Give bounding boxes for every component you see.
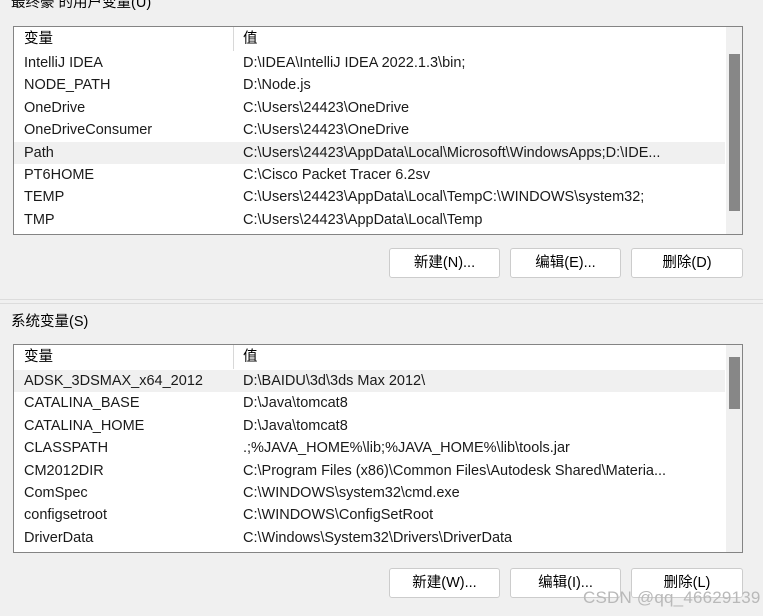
table-row[interactable]: TEMP C:\Users\24423\AppData\Local\TempC:\… [14, 186, 726, 208]
variable-value-cell: D:\Java\tomcat8 [243, 395, 348, 412]
table-row[interactable]: OneDriveConsumer C:\Users\24423\OneDrive [14, 119, 726, 141]
system-variables-scroll-thumb[interactable] [729, 357, 740, 410]
variable-name-cell: OneDrive [24, 99, 86, 116]
table-row[interactable]: CM2012DIR C:\Program Files (x86)\Common F… [14, 460, 726, 482]
variable-name-cell: TMP [24, 211, 55, 228]
variable-value-cell: D:\Node.js [243, 77, 311, 94]
variable-value-cell: .;%JAVA_HOME%\lib;%JAVA_HOME%\lib\tools.… [243, 440, 570, 457]
table-row[interactable]: TMP C:\Users\24423\AppData\Local\Temp [14, 209, 726, 231]
table-row[interactable]: Path C:\Users\24423\AppData\Local\Microso… [14, 141, 726, 164]
column-header-name[interactable]: 变量 [14, 345, 233, 370]
user-delete-button[interactable]: 删除(D) [631, 248, 743, 278]
user-variables-header: 变量 值 [14, 27, 726, 52]
variable-value-cell: C:\Users\24423\AppData\Local\Temp [243, 211, 483, 228]
system-variables-scrollbar[interactable] [725, 345, 742, 552]
variable-value-cell: C:\Program Files (x86)\Common Files\Auto… [243, 462, 667, 479]
variable-name-cell: CLASSPATH [24, 440, 109, 457]
variable-name-cell: CM2012DIR [24, 462, 104, 479]
table-row[interactable]: ADSK_3DSMAX_x64_2012 D:\BAIDU\3d\3ds Max … [14, 370, 726, 393]
system-variables-section-label: 系统变量(S) [11, 314, 89, 330]
system-variables-list-inner: 变量 值 ADSK_3DSMAX_x64_2012 D:\BAIDU\3d\3ds… [14, 345, 726, 552]
variable-name-cell: ADSK_3DSMAX_x64_2012 [24, 373, 203, 389]
variable-name-cell: Path [24, 144, 54, 161]
variable-value-cell: C:\WINDOWS\system32\cmd.exe [243, 484, 460, 501]
system-variables-listbox[interactable]: 变量 值 ADSK_3DSMAX_x64_2012 D:\BAIDU\3d\3ds… [13, 344, 743, 553]
variable-value-cell: D:\BAIDU\3d\3ds Max 2012\ [243, 373, 426, 389]
variable-name-cell: CATALINA_BASE [24, 395, 140, 412]
variable-value-cell: C:\Users\24423\OneDrive [243, 99, 410, 116]
variable-name-cell: NODE_PATH [24, 77, 111, 94]
section-divider-bottom [0, 303, 763, 304]
column-header-value[interactable]: 值 [233, 345, 726, 370]
table-row[interactable]: configsetroot C:\WINDOWS\ConfigSetRoot [14, 504, 726, 526]
column-header-name[interactable]: 变量 [14, 27, 233, 52]
table-row[interactable]: CLASSPATH .;%JAVA_HOME%\lib;%JAVA_HOME%\l… [14, 437, 726, 459]
system-new-button[interactable]: 新建(W)... [389, 568, 500, 598]
env-variables-dialog: 最终豪 的用户变量(U) 变量 值 IntelliJ IDEA D:\IDEA\I… [0, 0, 763, 616]
variable-value-cell: C:\WINDOWS\ConfigSetRoot [243, 507, 434, 524]
table-row[interactable]: IntelliJ IDEA D:\IDEA\IntelliJ IDEA 2022.… [14, 52, 726, 74]
variable-name-cell: PT6HOME [24, 166, 95, 183]
table-row[interactable]: NODE_PATH D:\Node.js [14, 74, 726, 96]
variable-value-cell: C:\Windows\System32\Drivers\DriverData [243, 529, 513, 546]
variable-value-cell: D:\Java\tomcat8 [243, 417, 348, 434]
variable-name-cell: ComSpec [24, 484, 88, 501]
table-row[interactable]: PT6HOME C:\Cisco Packet Tracer 6.2sv [14, 164, 726, 186]
user-variables-scroll-thumb[interactable] [729, 53, 740, 212]
table-row[interactable]: OneDrive C:\Users\24423\OneDrive [14, 97, 726, 119]
variable-value-cell: C:\Users\24423\AppData\Local\TempC:\WIND… [243, 189, 645, 206]
variable-name-cell: configsetroot [24, 507, 108, 524]
table-row[interactable]: ComSpec C:\WINDOWS\system32\cmd.exe [14, 482, 726, 504]
system-variables-rows: ADSK_3DSMAX_x64_2012 D:\BAIDU\3d\3ds Max … [14, 370, 726, 549]
user-variables-list-inner: 变量 值 IntelliJ IDEA D:\IDEA\IntelliJ IDEA … [14, 27, 726, 234]
variable-name-cell: CATALINA_HOME [24, 417, 145, 434]
table-row[interactable]: CATALINA_HOME D:\Java\tomcat8 [14, 415, 726, 437]
user-variables-section-label: 最终豪 的用户变量(U) [11, 0, 152, 10]
variable-value-cell: C:\Users\24423\AppData\Local\Microsoft\W… [243, 144, 661, 161]
user-edit-button[interactable]: 编辑(E)... [510, 248, 621, 278]
section-divider-top [0, 299, 763, 300]
system-variables-header: 变量 值 [14, 345, 726, 370]
variable-name-cell: IntelliJ IDEA [24, 55, 103, 71]
variable-name-cell: DriverData [24, 529, 94, 546]
user-variables-scrollbar[interactable] [725, 27, 742, 234]
variable-name-cell: TEMP [24, 189, 65, 206]
table-row[interactable]: CATALINA_BASE D:\Java\tomcat8 [14, 392, 726, 414]
variable-name-cell: OneDriveConsumer [24, 122, 153, 139]
csdn-watermark: CSDN @qq_46629139 [583, 588, 761, 607]
variable-value-cell: D:\IDEA\IntelliJ IDEA 2022.1.3\bin; [243, 55, 466, 71]
table-row[interactable]: DriverData C:\Windows\System32\Drivers\Dr… [14, 527, 726, 549]
user-variables-rows: IntelliJ IDEA D:\IDEA\IntelliJ IDEA 2022.… [14, 52, 726, 231]
variable-value-cell: C:\Cisco Packet Tracer 6.2sv [243, 166, 430, 183]
variable-value-cell: C:\Users\24423\OneDrive [243, 122, 410, 139]
user-variables-listbox[interactable]: 变量 值 IntelliJ IDEA D:\IDEA\IntelliJ IDEA … [13, 26, 743, 235]
column-header-value[interactable]: 值 [233, 27, 726, 52]
user-new-button[interactable]: 新建(N)... [389, 248, 500, 278]
